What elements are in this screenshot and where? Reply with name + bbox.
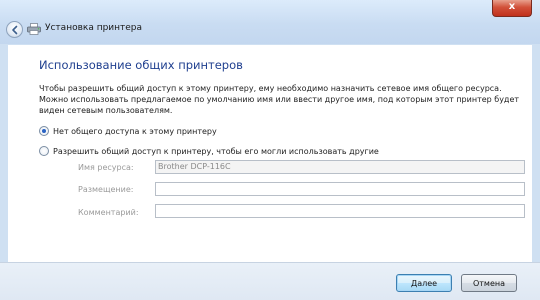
share-name-label: Имя ресурса:: [78, 163, 134, 172]
radio-icon[interactable]: [39, 146, 49, 156]
printer-icon: [27, 23, 41, 35]
window-title: Установка принтера: [45, 23, 143, 33]
back-arrow-icon: [12, 25, 18, 35]
option-allow-sharing-label: Разрешить общий доступ к принтеру, чтобы…: [53, 146, 379, 156]
page-title: Использование общих принтеров: [39, 58, 243, 72]
back-button[interactable]: [6, 21, 23, 38]
option-allow-sharing[interactable]: Разрешить общий доступ к принтеру, чтобы…: [39, 146, 379, 156]
cancel-button[interactable]: Отмена: [461, 274, 517, 292]
option-no-sharing-label: Нет общего доступа к этому принтеру: [53, 126, 217, 136]
location-input[interactable]: [155, 182, 525, 196]
comment-input[interactable]: [155, 204, 525, 218]
radio-icon[interactable]: [39, 126, 49, 136]
description-text: Чтобы разрешить общий доступ к этому при…: [39, 84, 520, 115]
close-button[interactable]: x: [492, 0, 532, 17]
next-button[interactable]: Далее: [396, 274, 452, 292]
window-header: x Установка принтера: [0, 0, 540, 44]
printer-setup-window: x Установка принтера Использование общих…: [0, 0, 540, 300]
option-no-sharing[interactable]: Нет общего доступа к этому принтеру: [39, 126, 217, 136]
wizard-content: Использование общих принтеров Чтобы разр…: [8, 45, 532, 262]
location-label: Размещение:: [78, 185, 134, 194]
wizard-footer: Далее Отмена: [0, 262, 540, 300]
comment-label: Комментарий:: [78, 208, 139, 217]
close-icon: x: [508, 1, 516, 12]
share-name-input[interactable]: Brother DCP-116C: [155, 160, 525, 174]
